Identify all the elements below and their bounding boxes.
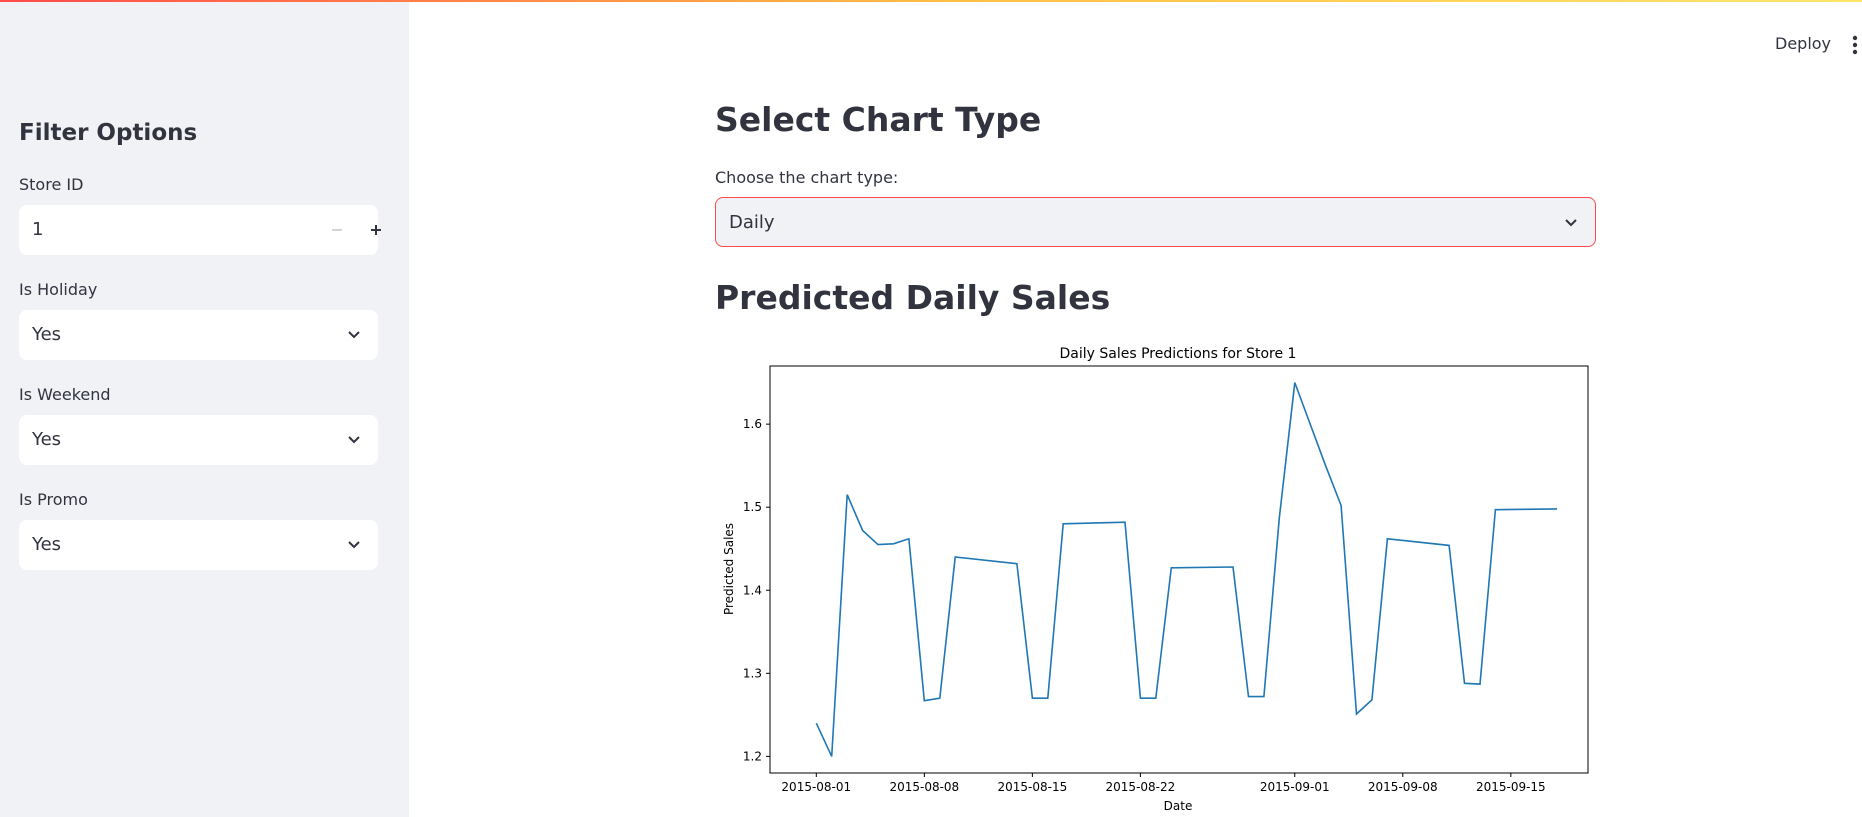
x-tick-label: 2015-09-01 (1260, 780, 1330, 794)
chevron-down-icon (348, 331, 360, 339)
y-tick-label: 1.5 (743, 500, 762, 514)
is-promo-select[interactable]: Yes (19, 520, 378, 570)
is-holiday-value: Yes (32, 324, 62, 345)
is-weekend-value: Yes (32, 429, 62, 450)
chart-heading: Predicted Daily Sales (715, 278, 1111, 317)
store-id-increment-button[interactable] (362, 216, 390, 244)
store-id-value: 1 (32, 219, 44, 240)
is-promo-value: Yes (32, 534, 62, 555)
plot-frame (769, 365, 1589, 774)
is-holiday-label: Is Holiday (19, 280, 98, 299)
x-axis-label: Date (1164, 799, 1193, 813)
sidebar-title: Filter Options (19, 120, 198, 146)
plus-icon (371, 225, 381, 235)
chevron-down-icon (348, 541, 360, 549)
chart-type-label: Choose the chart type: (715, 168, 899, 187)
is-weekend-label: Is Weekend (19, 385, 111, 404)
chevron-down-icon (1565, 219, 1577, 227)
y-axis-label: Predicted Sales (722, 523, 736, 615)
y-tick-label: 1.6 (743, 417, 762, 431)
minus-icon (332, 229, 342, 231)
chart-type-select[interactable]: Daily (715, 197, 1596, 247)
is-weekend-select[interactable]: Yes (19, 415, 378, 465)
x-tick-label: 2015-09-08 (1368, 780, 1438, 794)
x-tick-label: 2015-08-08 (889, 780, 959, 794)
x-tick-label: 2015-09-15 (1476, 780, 1546, 794)
y-axis: 1.2 1.3 1.4 1.5 1.6 (743, 417, 770, 763)
chevron-down-icon (348, 436, 360, 444)
kebab-menu-icon[interactable] (1852, 35, 1858, 55)
x-axis: 2015-08-01 2015-08-08 2015-08-15 2015-08-22… (781, 773, 1546, 794)
store-id-decrement-button[interactable] (323, 216, 351, 244)
x-tick-label: 2015-08-01 (781, 780, 851, 794)
is-holiday-select[interactable]: Yes (19, 310, 378, 360)
is-promo-label: Is Promo (19, 490, 88, 509)
store-id-input[interactable]: 1 (19, 205, 381, 255)
chart-title: Daily Sales Predictions for Store 1 (1060, 346, 1297, 362)
store-id-label: Store ID (19, 175, 84, 194)
y-tick-label: 1.4 (743, 583, 762, 597)
x-tick-label: 2015-08-15 (998, 780, 1068, 794)
sales-line-chart: Daily Sales Predictions for Store 1 1.21… (722, 346, 1589, 813)
deploy-button[interactable]: Deploy (1775, 34, 1831, 53)
select-chart-heading: Select Chart Type (715, 100, 1042, 139)
sidebar: Filter Options Store ID 1 Is Holiday Yes… (0, 2, 409, 817)
y-tick-label: 1.3 (743, 666, 762, 680)
x-tick-label: 2015-08-22 (1106, 780, 1176, 794)
chart-type-value: Daily (729, 212, 775, 233)
series-line (815, 382, 1558, 757)
y-tick-label: 1.2 (743, 749, 762, 763)
